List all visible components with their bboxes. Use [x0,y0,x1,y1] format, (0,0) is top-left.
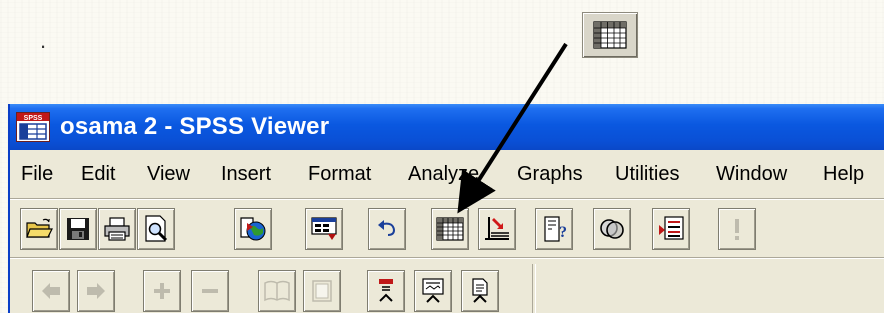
slide-bullet: . [40,28,47,53]
svg-text:?: ? [559,224,567,241]
outline-toolbar-end [532,264,536,313]
run-script-icon [735,219,739,240]
print-button[interactable] [98,208,136,250]
title-bar[interactable]: SPSS osama 2 - SPSS Viewer [10,104,884,150]
print-icon [104,217,130,241]
dialog-recall-icon [311,217,337,240]
save-icon [67,218,89,240]
menu-bar: File Edit View Insert Format Analyze Gra… [10,156,884,192]
menu-utilities[interactable]: Utilities [615,163,679,186]
insert-title-button[interactable] [414,270,452,312]
use-sets-button[interactable] [593,208,631,250]
dialog-recall-button[interactable] [305,208,343,250]
insert-heading-button[interactable] [367,270,405,312]
go-to-case-icon [485,217,509,240]
collapse-button[interactable] [191,270,229,312]
insert-text-button[interactable] [461,270,499,312]
hide-icon [312,280,332,302]
save-button[interactable] [59,208,97,250]
collapse-icon [202,289,218,293]
export-button[interactable] [234,208,272,250]
pivot-table-callout-icon [582,12,638,58]
menu-insert[interactable]: Insert [221,163,271,186]
go-to-case-button[interactable] [478,208,516,250]
use-sets-icon [600,219,624,239]
hide-button[interactable] [303,270,341,312]
print-preview-button[interactable] [137,208,175,250]
expand-button[interactable] [143,270,181,312]
insert-title-icon [422,278,444,303]
menu-analyze[interactable]: Analyze [408,163,479,186]
open-button[interactable] [20,208,58,250]
outline-toolbar [10,264,884,313]
pivot-table-button[interactable] [431,208,469,250]
insert-heading-icon [379,279,393,302]
promote-button[interactable] [32,270,70,312]
menu-help[interactable]: Help [823,163,864,186]
run-script-button[interactable] [718,208,756,250]
print-preview-icon [145,215,168,242]
menu-file[interactable]: File [21,163,53,186]
menu-graphs[interactable]: Graphs [517,163,583,186]
show-button[interactable] [258,270,296,312]
menu-view[interactable]: View [147,163,190,186]
designate-window-button[interactable] [652,208,690,250]
spss-viewer-window: SPSS osama 2 - SPSS Viewer File Edit Vie… [8,104,884,313]
promote-icon [42,283,60,299]
pivot-table-icon [436,217,464,241]
insert-text-icon [472,278,488,303]
menu-format[interactable]: Format [308,163,371,186]
variables-icon: ? [544,216,567,242]
toolbar-separator [10,257,884,259]
demote-icon [87,283,105,299]
spss-app-icon[interactable]: SPSS [16,112,50,142]
window-title: osama 2 - SPSS Viewer [60,113,330,140]
export-icon [240,217,266,241]
variables-button[interactable]: ? [535,208,573,250]
menu-window[interactable]: Window [716,163,787,186]
menu-separator [10,198,884,200]
app-icon-label: SPSS [24,115,43,122]
designate-window-icon [659,216,684,240]
undo-icon [378,220,396,236]
open-icon [26,218,53,238]
undo-button[interactable] [368,208,406,250]
expand-icon [154,283,170,299]
demote-button[interactable] [77,270,115,312]
menu-edit[interactable]: Edit [81,163,115,186]
show-icon [264,280,290,302]
main-toolbar: ? [10,204,884,256]
